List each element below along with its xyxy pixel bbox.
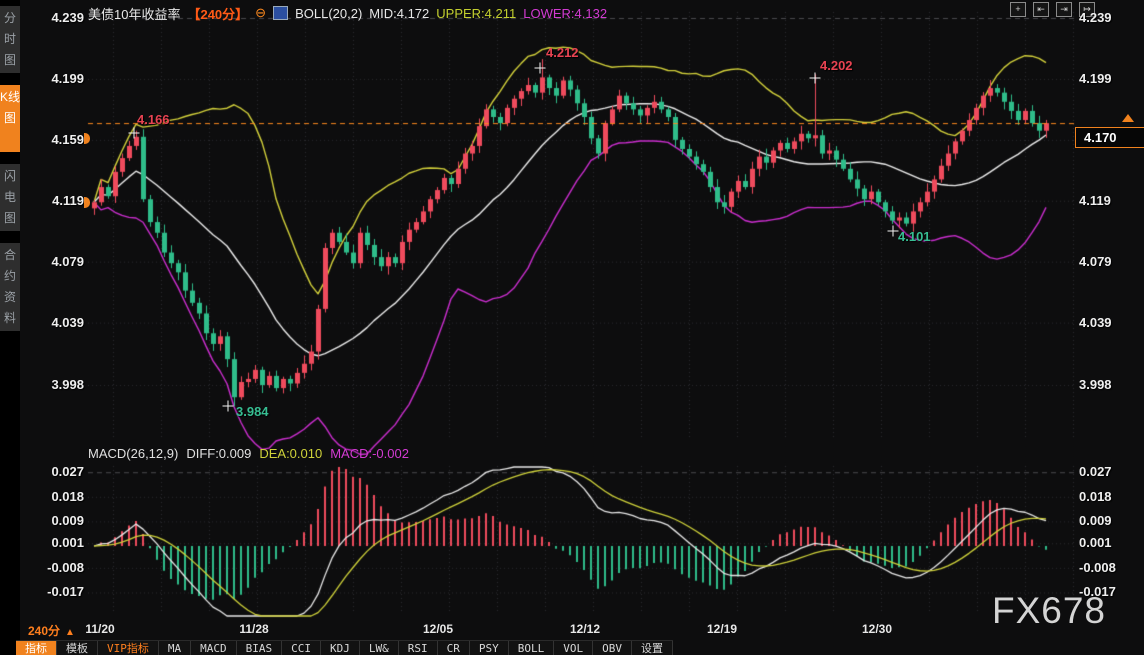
- boll-lower-value: LOWER:4.132: [523, 6, 607, 21]
- price-axis-label: 3.998: [1079, 377, 1139, 393]
- high-cross-marker: [535, 63, 546, 74]
- annotation-high: 4.212: [546, 45, 579, 60]
- price-axis-label: 3.998: [24, 377, 84, 393]
- sidebar-tab-contract-info[interactable]: 合约资料: [0, 243, 20, 331]
- x-axis-strip: 240分▲ 11/20 11/28 12/05 12/12 12/19 12/3…: [0, 617, 1144, 640]
- toolbar-item-settings[interactable]: 设置: [632, 641, 673, 655]
- toolbar-item-lwr[interactable]: LW&: [360, 641, 399, 655]
- macd-axis-label: 0.009: [24, 513, 84, 529]
- left-sidebar: 分时图 K线图 闪电图 合约资料: [0, 0, 20, 655]
- boll-params-label: BOLL(20,2): [295, 6, 362, 21]
- price-axis-label: 4.159: [24, 132, 84, 148]
- fx678-watermark: FX678: [992, 590, 1106, 632]
- annotation-low: 3.984: [236, 404, 269, 419]
- annotation-high: 4.166: [137, 112, 170, 127]
- price-axis-label: 4.199: [24, 71, 84, 87]
- toolbar-item-obv[interactable]: OBV: [593, 641, 632, 655]
- axis-scale-right-icon[interactable]: ⇥: [1056, 2, 1072, 17]
- low-cross-marker: [888, 226, 899, 237]
- boll-upper-value: UPPER:4.211: [436, 6, 516, 21]
- annotation-low: 4.101: [898, 229, 931, 244]
- symbol-title: 美债10年收益率: [88, 4, 180, 23]
- price-axis-label: 4.079: [24, 254, 84, 270]
- price-axis-label: 4.239: [1079, 10, 1139, 26]
- date-axis-label: 12/30: [862, 622, 892, 636]
- toolbar-item-psy[interactable]: PSY: [470, 641, 509, 655]
- toolbar-item-rsi[interactable]: RSI: [399, 641, 438, 655]
- axis-scale-left-icon[interactable]: ⇤: [1033, 2, 1049, 17]
- price-axis-label: 4.239: [24, 10, 84, 26]
- macd-axis-label: 0.009: [1079, 513, 1139, 529]
- toolbar-tab-vip-indicators[interactable]: VIP指标: [98, 641, 159, 655]
- date-axis-label: 12/19: [707, 622, 737, 636]
- macd-header: MACD(26,12,9) DIFF:0.009 DEA:0.010 MACD:…: [88, 446, 409, 461]
- price-marker-arrow-icon: [1122, 114, 1134, 122]
- macd-axis-label: -0.008: [24, 560, 84, 576]
- period-arrow-icon: ▲: [65, 627, 75, 638]
- toolbar-tab-indicators[interactable]: 指标: [16, 641, 57, 655]
- macd-axis-label: 0.001: [24, 535, 84, 551]
- date-axis-label: 11/20: [85, 622, 114, 636]
- macd-axis-label: 0.018: [1079, 489, 1139, 505]
- sidebar-tab-kline-chart[interactable]: K线图: [0, 85, 20, 152]
- toolbar-item-vol[interactable]: VOL: [554, 641, 593, 655]
- macd-axis-label: 0.027: [1079, 464, 1139, 480]
- sidebar-tab-time-chart[interactable]: 分时图: [0, 6, 20, 73]
- period-selector[interactable]: 240分▲: [28, 622, 75, 639]
- macd-axis-label: -0.017: [24, 584, 84, 600]
- high-cross-marker: [129, 128, 140, 139]
- toolbar-item-macd[interactable]: MACD: [191, 641, 237, 655]
- price-axis-label: 4.119: [24, 193, 84, 209]
- toolbar-tab-templates[interactable]: 模板: [57, 641, 98, 655]
- candlestick-chart-canvas[interactable]: [0, 0, 1144, 655]
- price-axis-label: 4.079: [1079, 254, 1139, 270]
- toolbar-item-cr[interactable]: CR: [438, 641, 470, 655]
- sidebar-tab-flash-chart[interactable]: 闪电图: [0, 164, 20, 231]
- annotation-high: 4.202: [820, 58, 853, 73]
- macd-params-label: MACD(26,12,9): [88, 446, 178, 461]
- low-cross-marker: [223, 401, 234, 412]
- current-price-marker: 4.170: [1075, 127, 1144, 148]
- macd-hist-value: MACD:-0.002: [330, 446, 409, 461]
- chart-application-window: 分时图 K线图 闪电图 合约资料 美债10年收益率 【240分】 ⊖ BOLL(…: [0, 0, 1144, 655]
- toolbar-item-ma[interactable]: MA: [159, 641, 191, 655]
- macd-diff-value: DIFF:0.009: [186, 446, 251, 461]
- date-axis-label: 11/28: [239, 622, 268, 636]
- boll-mid-value: MID:4.172: [369, 6, 429, 21]
- collapse-icon[interactable]: ⊖: [255, 5, 266, 21]
- macd-dea-value: DEA:0.010: [259, 446, 322, 461]
- toolbar-item-bias[interactable]: BIAS: [237, 641, 283, 655]
- macd-axis-label: 0.018: [24, 489, 84, 505]
- mini-chart-icon: [273, 6, 288, 20]
- toolbar-item-boll[interactable]: BOLL: [509, 641, 555, 655]
- price-axis-label: 4.199: [1079, 71, 1139, 87]
- indicator-toolbar: 指标 模板 VIP指标 MA MACD BIAS CCI KDJ LW& RSI…: [16, 640, 673, 655]
- period-label: 【240分】: [187, 4, 248, 23]
- move-icon[interactable]: +: [1010, 2, 1026, 17]
- price-axis-label: 4.119: [1079, 193, 1139, 209]
- price-axis-label: 4.039: [24, 315, 84, 331]
- price-axis-label: 4.039: [1079, 315, 1139, 331]
- toolbar-item-kdj[interactable]: KDJ: [321, 641, 360, 655]
- macd-axis-label: 0.001: [1079, 535, 1139, 551]
- toolbar-item-cci[interactable]: CCI: [282, 641, 321, 655]
- macd-axis-label: 0.027: [24, 464, 84, 480]
- date-axis-label: 12/05: [423, 622, 453, 636]
- high-cross-marker: [810, 73, 821, 84]
- macd-axis-label: -0.008: [1079, 560, 1139, 576]
- date-axis-label: 12/12: [570, 622, 600, 636]
- chart-header: 美债10年收益率 【240分】 ⊖ BOLL(20,2) MID:4.172 U…: [88, 5, 607, 21]
